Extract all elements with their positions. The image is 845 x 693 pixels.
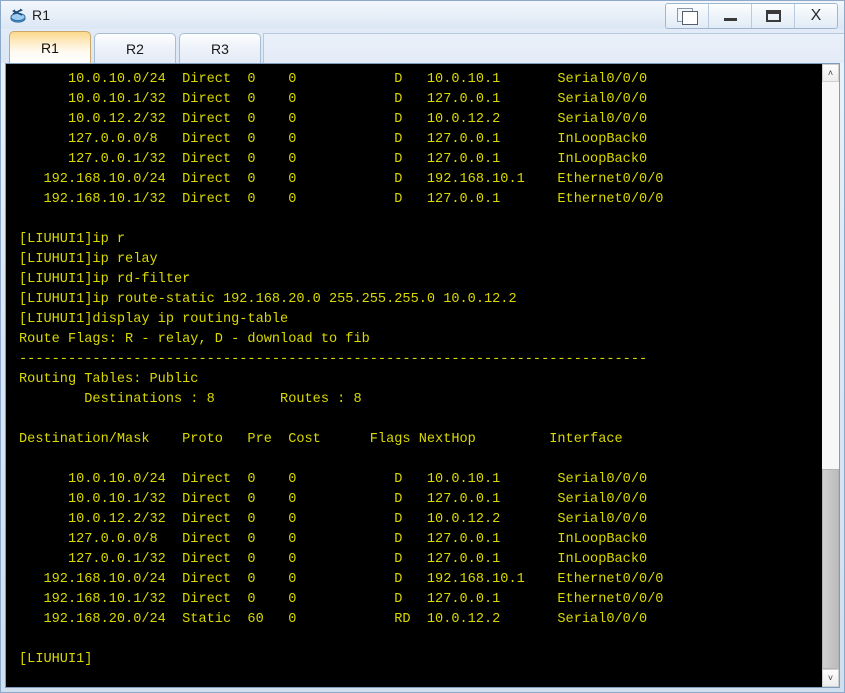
terminal-line: [LIUHUI1] [19, 652, 93, 667]
terminal-line: 127.0.0.0/8 Direct 0 0 D 127.0.0.1 InLoo… [19, 532, 648, 547]
terminal-area: 10.0.10.0/24 Direct 0 0 D 10.0.10.1 Seri… [5, 63, 840, 688]
terminal-line: 127.0.0.1/32 Direct 0 0 D 127.0.0.1 InLo… [19, 552, 648, 567]
scroll-down-button[interactable]: ˅ [822, 669, 839, 687]
scroll-up-button[interactable]: ˄ [822, 64, 839, 82]
terminal-line: 127.0.0.1/32 Direct 0 0 D 127.0.0.1 InLo… [19, 152, 648, 167]
terminal-line: Destinations : 8 Routes : 8 [19, 392, 362, 407]
terminal-line: [LIUHUI1]ip relay [19, 252, 158, 267]
tab-bar-filler [263, 33, 844, 63]
tab-r2[interactable]: R2 [94, 33, 176, 63]
terminal-output[interactable]: 10.0.10.0/24 Direct 0 0 D 10.0.10.1 Seri… [6, 64, 821, 687]
scrollbar-track[interactable] [822, 82, 839, 669]
terminal-line: ----------------------------------------… [19, 352, 648, 367]
terminal-line: Routing Tables: Public [19, 372, 199, 387]
terminal-line: [LIUHUI1]ip route-static 192.168.20.0 25… [19, 292, 517, 307]
tab-r3-label: R3 [211, 40, 229, 57]
terminal-line: 10.0.10.1/32 Direct 0 0 D 127.0.0.1 Seri… [19, 492, 648, 507]
terminal-line: 192.168.10.1/32 Direct 0 0 D 127.0.0.1 E… [19, 192, 664, 207]
terminal-line: [LIUHUI1]ip rd-filter [19, 272, 191, 287]
terminal-scrollbar[interactable]: ˄ ˅ [821, 64, 839, 687]
chevron-up-icon: ˄ [827, 68, 834, 78]
scrollbar-thumb[interactable] [822, 469, 839, 669]
window-titlebar: R1 X [1, 1, 844, 29]
tab-bar: R1 R2 R3 [1, 29, 844, 63]
terminal-line: 10.0.10.1/32 Direct 0 0 D 127.0.0.1 Seri… [19, 92, 648, 107]
terminal-line: 192.168.10.0/24 Direct 0 0 D 192.168.10.… [19, 572, 664, 587]
minimize-window-button[interactable] [709, 4, 752, 28]
window-title: R1 [32, 7, 51, 23]
terminal-line: Destination/Mask Proto Pre Cost Flags Ne… [19, 432, 623, 447]
terminal-line: 10.0.12.2/32 Direct 0 0 D 10.0.12.2 Seri… [19, 512, 648, 527]
chevron-down-icon: ˅ [827, 673, 834, 683]
terminal-line: 127.0.0.0/8 Direct 0 0 D 127.0.0.1 InLoo… [19, 132, 648, 147]
terminal-line: 10.0.12.2/32 Direct 0 0 D 10.0.12.2 Seri… [19, 112, 648, 127]
terminal-line: 10.0.10.0/24 Direct 0 0 D 10.0.10.1 Seri… [19, 72, 648, 87]
router-icon [8, 5, 28, 25]
maximize-window-button[interactable] [752, 4, 795, 28]
tab-r3[interactable]: R3 [179, 33, 261, 63]
minimize-icon [723, 17, 737, 21]
restore-window-button[interactable] [666, 4, 709, 28]
terminal-line: 10.0.10.0/24 Direct 0 0 D 10.0.10.1 Seri… [19, 472, 648, 487]
restore-icon [677, 8, 698, 25]
terminal-line: 192.168.10.1/32 Direct 0 0 D 127.0.0.1 E… [19, 592, 664, 607]
terminal-line: 192.168.10.0/24 Direct 0 0 D 192.168.10.… [19, 172, 664, 187]
tab-r2-label: R2 [126, 40, 144, 57]
window-controls: X [665, 3, 838, 29]
close-window-button[interactable]: X [795, 4, 837, 28]
tab-r1-label: R1 [41, 39, 59, 56]
maximize-icon [765, 10, 781, 22]
terminal-line: 192.168.20.0/24 Static 60 0 RD 10.0.12.2… [19, 612, 648, 627]
terminal-line: [LIUHUI1]display ip routing-table [19, 312, 289, 327]
close-icon: X [810, 7, 822, 24]
tab-r1[interactable]: R1 [9, 31, 91, 63]
terminal-line: Route Flags: R - relay, D - download to … [19, 332, 370, 347]
terminal-line: [LIUHUI1]ip r [19, 232, 126, 247]
terminal-window: R1 X R1 R2 R3 10.0.10.0/24 Direct 0 0 D … [0, 0, 845, 693]
